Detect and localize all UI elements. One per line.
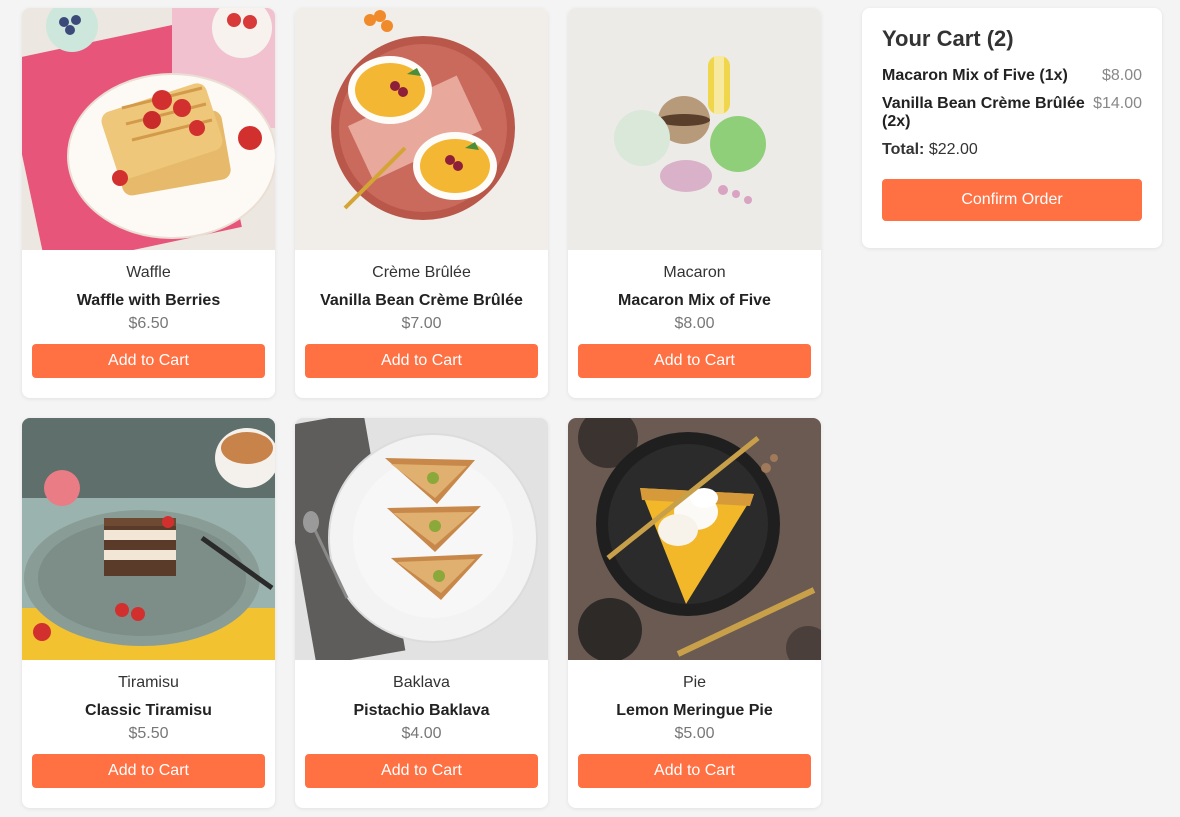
card-body: Baklava Pistachio Baklava $4.00 [295,660,548,743]
macaron-image [568,8,821,250]
product-name: Macaron Mix of Five [618,292,771,309]
product-name: Waffle with Berries [76,292,221,309]
product-card: Baklava Pistachio Baklava $4.00 Add to C… [295,418,548,808]
product-name: Vanilla Bean Crème Brûlée [320,292,523,309]
lemon-pie-image [568,418,821,660]
product-card: Crème Brûlée Vanilla Bean Crème Brûlée $… [295,8,548,398]
card-body: Tiramisu Classic Tiramisu $5.50 [22,660,275,743]
cart-items: Macaron Mix of Five (1x) $8.00 Vanilla B… [882,67,1142,131]
product-price: $8.00 [674,315,715,332]
confirm-order-button[interactable]: Confirm Order [882,179,1142,221]
product-price: $7.00 [401,315,442,332]
product-card: Tiramisu Classic Tiramisu $5.50 Add to C… [22,418,275,808]
cart-item-name: Vanilla Bean Crème Brûlée (2x) [882,95,1085,130]
tiramisu-image [22,418,275,660]
product-card: Waffle Waffle with Berries $6.50 Add to … [22,8,275,398]
cart-item: Vanilla Bean Crème Brûlée (2x) $14.00 [882,95,1142,131]
add-to-cart-button[interactable]: Add to Cart [32,754,265,788]
product-category: Waffle [126,264,171,281]
cart-title: Your Cart (2) [882,26,1014,51]
baklava-image [295,418,548,660]
cart-total-value: $22.00 [928,141,978,158]
product-price: $5.00 [674,725,715,742]
add-to-cart-button[interactable]: Add to Cart [305,754,538,788]
product-grid: Waffle Waffle with Berries $6.50 Add to … [22,8,821,808]
cart-item-price: $8.00 [1101,67,1142,84]
card-body: Waffle Waffle with Berries $6.50 [22,250,275,333]
product-price: $6.50 [128,315,169,332]
product-name: Lemon Meringue Pie [616,702,773,719]
add-to-cart-button[interactable]: Add to Cart [32,344,265,378]
product-category: Crème Brûlée [372,264,471,281]
product-category: Macaron [663,264,726,281]
card-body: Macaron Macaron Mix of Five $8.00 [568,250,821,333]
cart-total: Total: $22.00 [882,141,1142,159]
product-card: Macaron Macaron Mix of Five $8.00 Add to… [568,8,821,398]
waffle-image [22,8,275,250]
cart-panel: Your Cart (2) Macaron Mix of Five (1x) $… [862,8,1162,248]
add-to-cart-button[interactable]: Add to Cart [305,344,538,378]
product-card: Pie Lemon Meringue Pie $5.00 Add to Cart [568,418,821,808]
card-body: Crème Brûlée Vanilla Bean Crème Brûlée $… [295,250,548,333]
add-to-cart-button[interactable]: Add to Cart [578,754,811,788]
card-body: Pie Lemon Meringue Pie $5.00 [568,660,821,743]
page: Waffle Waffle with Berries $6.50 Add to … [0,0,1180,817]
cart-item-price: $14.00 [1093,95,1142,112]
product-category: Tiramisu [118,674,179,691]
product-name: Pistachio Baklava [353,702,490,719]
product-price: $4.00 [401,725,442,742]
add-to-cart-button[interactable]: Add to Cart [578,344,811,378]
cart-item-name: Macaron Mix of Five (1x) [882,67,1068,84]
product-category: Pie [682,674,707,691]
cart-item: Macaron Mix of Five (1x) $8.00 [882,67,1142,85]
product-name: Classic Tiramisu [85,702,212,719]
product-category: Baklava [393,674,450,691]
cart-total-label: Total: [882,141,925,158]
product-price: $5.50 [128,725,169,742]
creme-brulee-image [295,8,548,250]
